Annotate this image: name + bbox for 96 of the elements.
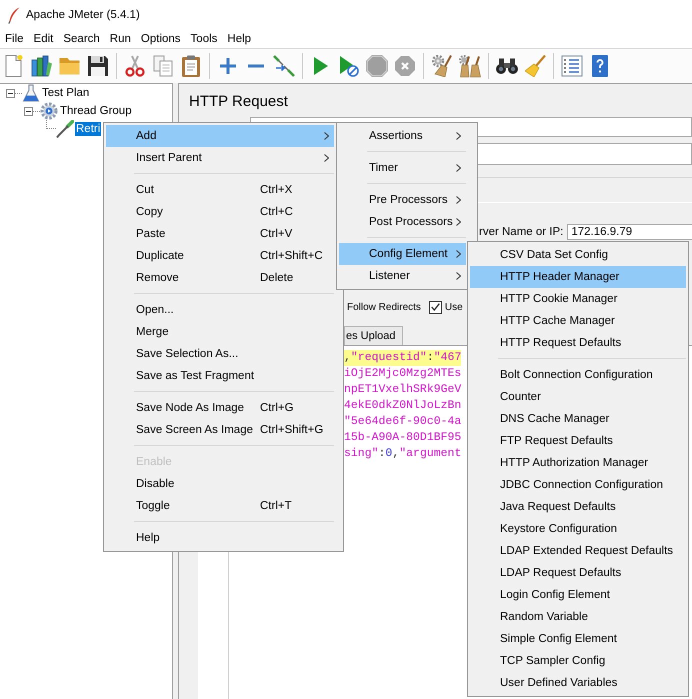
menu-item[interactable]: Bolt Connection Configuration	[470, 364, 686, 386]
menu-item[interactable]: Add	[106, 125, 334, 147]
menu-item[interactable]: HTTP Cookie Manager	[470, 288, 686, 310]
shortcut-label: Delete	[260, 272, 294, 284]
shortcut-label: Ctrl+T	[260, 500, 292, 512]
window-title: Apache JMeter (5.4.1)	[26, 9, 140, 21]
menu-item[interactable]: Simple Config Element	[470, 628, 686, 650]
text-field[interactable]: 172.16.9.79	[567, 224, 692, 240]
list-icon[interactable]	[561, 55, 583, 77]
panel-title: HTTP Request	[188, 92, 288, 112]
play-icon[interactable]	[314, 57, 328, 75]
menu-item[interactable]: DNS Cache Manager	[470, 408, 686, 430]
menu-item[interactable]: Save Screen As Image Ctrl+Shift+G	[106, 419, 334, 441]
option-label: Follow Redirects	[347, 302, 421, 312]
shortcut-label: Ctrl+G	[260, 402, 294, 414]
menu-item[interactable]: Random Variable	[470, 606, 686, 628]
check-icon	[430, 303, 440, 311]
copy-icon[interactable]	[153, 55, 173, 77]
menu-item[interactable]: User Defined Variables	[470, 672, 686, 694]
tab[interactable]: es Upload	[344, 326, 403, 345]
menu-item[interactable]: Save Selection As...	[106, 343, 334, 365]
pipette-icon	[56, 120, 74, 138]
play-no-entry-icon[interactable]	[339, 55, 359, 77]
checkbox-label: Use	[444, 302, 463, 312]
books-icon[interactable]	[31, 55, 53, 77]
code-line: iOjE2Mjc0Mzg2MTEs	[344, 366, 462, 382]
menu-item[interactable]: HTTP Request Defaults	[470, 332, 686, 354]
menu-item[interactable]: Merge	[106, 321, 334, 343]
code-line: sing":0,"argument	[344, 446, 462, 462]
menu-item[interactable]: Save as Test Fragment	[106, 365, 334, 387]
menu-item[interactable]: Assertions	[339, 125, 466, 147]
menu-item[interactable]: Keystore Configuration	[470, 518, 686, 540]
shortcut-label: Ctrl+X	[260, 184, 292, 196]
minus-box-icon[interactable]	[24, 106, 33, 116]
menu-bar-item[interactable]: Run	[104, 30, 136, 48]
menu-item[interactable]: Toggle Ctrl+T	[106, 495, 334, 517]
shortcut-label: Ctrl+C	[260, 206, 293, 218]
menu-item[interactable]: Help	[106, 527, 334, 549]
code-line: 4ekE0dkZ0NlJoLzBn	[344, 398, 462, 414]
menu-item[interactable]: Open...	[106, 299, 334, 321]
broom-gear-icon[interactable]	[432, 55, 452, 77]
menu-item[interactable]: Cut Ctrl+X	[106, 179, 334, 201]
page-icon[interactable]	[5, 55, 23, 77]
menu-item[interactable]: Pre Processors	[339, 189, 466, 211]
menu-item[interactable]: Timer	[339, 157, 466, 179]
gear-icon	[40, 102, 58, 120]
menu-item[interactable]: Post Processors	[339, 211, 466, 233]
help-book-icon[interactable]	[592, 55, 608, 77]
tree-item[interactable]: Test Plan	[41, 86, 90, 100]
menu-item[interactable]: LDAP Extended Request Defaults	[470, 540, 686, 562]
code-line: npET1VxelhSRk9GeV	[344, 382, 462, 398]
tree-item[interactable]: Retri	[75, 122, 102, 136]
menu-item[interactable]: Login Config Element	[470, 584, 686, 606]
menu-item[interactable]: Copy Ctrl+C	[106, 201, 334, 223]
plus-icon[interactable]	[220, 58, 236, 74]
menu-bar-item[interactable]: Options	[136, 30, 186, 48]
field-label: rver Name or IP:	[479, 226, 564, 238]
scissors-icon[interactable]	[125, 55, 145, 77]
brooms-gear-icon[interactable]	[458, 54, 482, 78]
menu-item[interactable]: Paste Ctrl+V	[106, 223, 334, 245]
shortcut-label: Ctrl+Shift+G	[260, 424, 324, 436]
menu-item[interactable]: Config Element	[339, 243, 466, 265]
menu-item[interactable]: JDBC Connection Configuration	[470, 474, 686, 496]
menu-bar-item[interactable]: File	[0, 30, 29, 48]
tree-item[interactable]: Thread Group	[59, 104, 133, 118]
menu-bar-item[interactable]: Tools	[186, 30, 222, 48]
minus-box-icon[interactable]	[6, 88, 15, 98]
menu-item[interactable]: Save Node As Image Ctrl+G	[106, 397, 334, 419]
binoculars-icon[interactable]	[496, 58, 518, 74]
menu-item[interactable]: Insert Parent	[106, 147, 334, 169]
code-line: "5e64de6f-90c0-4a	[344, 414, 462, 430]
menu-item[interactable]: Duplicate Ctrl+Shift+C	[106, 245, 334, 267]
shortcut-label: Ctrl+V	[260, 228, 292, 240]
feather-icon	[8, 6, 20, 24]
menu-item[interactable]: HTTP Cache Manager	[470, 310, 686, 332]
menu-item[interactable]: Disable	[106, 473, 334, 495]
menu-item[interactable]: Counter	[470, 386, 686, 408]
minus-icon[interactable]	[248, 64, 264, 68]
menu-item[interactable]: Listener	[339, 265, 466, 287]
menu-bar-item[interactable]: Help	[222, 30, 256, 48]
checkbox[interactable]	[428, 300, 442, 314]
menu-bar-item[interactable]: Search	[58, 30, 105, 48]
broom-icon[interactable]	[524, 55, 546, 77]
menu-item[interactable]: HTTP Header Manager	[470, 266, 686, 288]
menu-item[interactable]: LDAP Request Defaults	[470, 562, 686, 584]
menu-item[interactable]: Java Request Defaults	[470, 496, 686, 518]
pipette-arrow-icon[interactable]	[273, 55, 295, 77]
clipboard-icon[interactable]	[182, 55, 200, 77]
menu-item[interactable]: TCP Sampler Config	[470, 650, 686, 672]
shortcut-label: Ctrl+Shift+C	[260, 250, 323, 262]
menu-item[interactable]: FTP Request Defaults	[470, 430, 686, 452]
menu-item[interactable]: Remove Delete	[106, 267, 334, 289]
code-line: 15b-A90A-80D1BF95	[344, 430, 462, 446]
menu-item[interactable]: HTTP Authorization Manager	[470, 452, 686, 474]
menu-bar-item[interactable]: Edit	[28, 30, 58, 48]
menu-item[interactable]: CSV Data Set Config	[470, 244, 686, 266]
